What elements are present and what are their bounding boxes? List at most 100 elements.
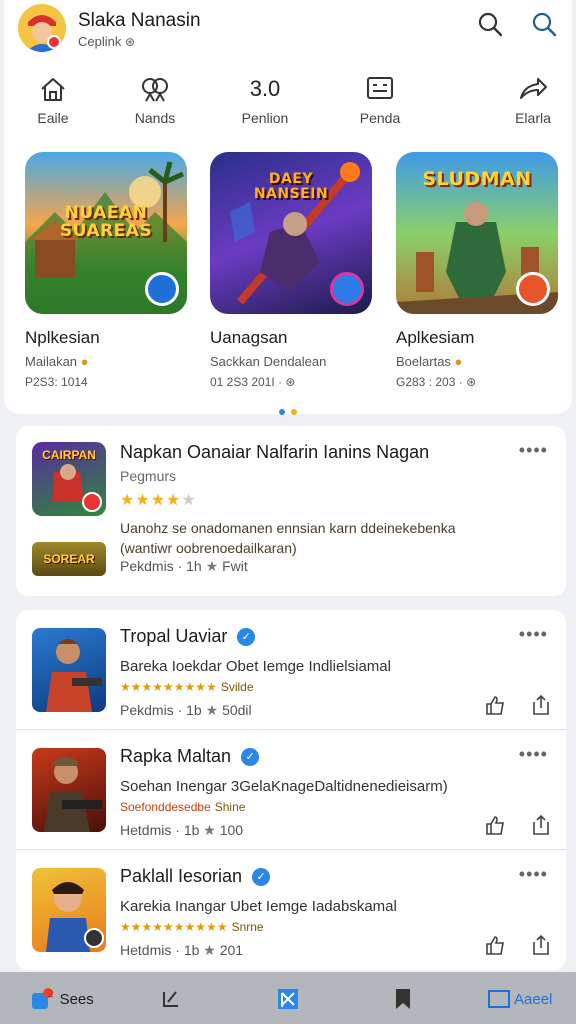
featured-art-text: DAEY NANSEIN: [253, 171, 329, 202]
featured-name: Uanagsan: [210, 328, 288, 347]
footer-text: Hetdmis: [120, 822, 172, 838]
list-rating: ★★★★★★★★★ Svilde: [120, 680, 254, 694]
footer-text: Fwit: [222, 558, 248, 574]
promo-desc-line: Uanohz se onadomanen ennsian karn ddeine…: [120, 520, 456, 536]
rating-star-empty: ★: [181, 492, 197, 509]
promo-description: Uanohz se onadomanen ennsian karn ddeine…: [120, 518, 550, 558]
pin-icon: ★: [205, 702, 219, 718]
list-item[interactable]: Tropal Uaviar ✓ Bareka Ioekdar Obet Iemge…: [16, 610, 566, 730]
footer-text: Pekdmis: [120, 558, 174, 574]
rating-stars: ★★★★★★★★★★: [120, 920, 228, 934]
top-section: Slaka Nanasin Ceplink ⊛ Eaile Nands 3.0 …: [4, 0, 572, 415]
rating-stars: ★★★★★★★★★: [120, 680, 217, 694]
nav-item-home[interactable]: Eaile: [8, 72, 98, 126]
featured-card[interactable]: DAEY NANSEIN Uanagsan Sackkan Dendalean …: [210, 152, 372, 389]
nav-label: Penlion: [241, 110, 289, 126]
list-item[interactable]: Paklall Iesorian ✓ Karekia Inangar Ubet I…: [16, 850, 566, 970]
list-footer: Hetdmis · 1b ★ 100: [120, 822, 244, 838]
share-icon[interactable]: [530, 694, 552, 716]
tab-label: Aaeel: [514, 990, 553, 1008]
list-description: Soehan Inengar 3GelaKnageDaltidnenedieis…: [120, 778, 448, 795]
like-icon[interactable]: [484, 814, 506, 836]
list-rating: Soefonddesedbe Shine: [120, 800, 245, 814]
list-rating: ★★★★★★★★★★ Snrne: [120, 920, 264, 934]
list-footer: Pekdmis · 1b ★ 50dil: [120, 702, 252, 718]
promo-footer: Pekdmis · 1h ★ Fwit: [120, 558, 248, 574]
like-icon[interactable]: [484, 694, 506, 716]
verified-icon: ✓: [252, 868, 271, 886]
featured-art: NUAEAN SUAREAS: [25, 152, 187, 314]
tab-aaeel[interactable]: Aaeel: [488, 986, 552, 1012]
list-item[interactable]: Rapka Maltan ✓ Soehan Inengar 3GelaKnageD…: [16, 730, 566, 850]
tab-bookmark[interactable]: [392, 986, 414, 1012]
like-icon[interactable]: [484, 934, 506, 956]
footer-text: Pekdmis: [120, 702, 174, 718]
nav-item-elarla[interactable]: Elarla: [488, 72, 576, 126]
carousel-dot[interactable]: [291, 409, 297, 415]
featured-sub: Mailakan ●: [25, 354, 187, 369]
promo-title: Napkan Oanaiar Nalfarin Ianins Nagan: [120, 442, 430, 462]
list-title-text: Rapka Maltan: [120, 746, 232, 766]
nav-row: Eaile Nands 3.0 Penlion Penda Elarla: [18, 72, 558, 132]
window-icon: [488, 990, 510, 1008]
nav-item-penlion[interactable]: 3.0 Penlion: [220, 72, 310, 126]
tab-edit[interactable]: [160, 986, 182, 1012]
featured-card[interactable]: NUAEAN SUAREAS Nplkesian Mailakan ● P2S3…: [25, 152, 187, 389]
list-description: Karekia Inangar Ubet Iemge Iadabskamal: [120, 898, 397, 915]
list-thumbnail: [32, 748, 106, 832]
bookmark-icon: [396, 989, 410, 1009]
tab-sees[interactable]: 2 Sees: [30, 986, 94, 1012]
pin-icon: ★: [203, 942, 216, 958]
nav-item-nands[interactable]: Nands: [110, 72, 200, 126]
edit-icon: [163, 991, 178, 1007]
tab-flag[interactable]: [276, 986, 300, 1012]
tab-label: Sees: [59, 990, 94, 1008]
list-footer: Hetdmis · 1b ★ 201: [120, 942, 244, 958]
bottom-tab-bar: 2 Sees Aaeel: [0, 972, 576, 1024]
nav-label: Nands: [134, 110, 176, 126]
carousel-dot[interactable]: [279, 409, 285, 415]
avatar[interactable]: [18, 4, 66, 52]
share-icon[interactable]: [530, 814, 552, 836]
share-icon[interactable]: [530, 934, 552, 956]
verified-icon: ✓: [237, 628, 256, 646]
app-subtitle: Ceplink ⊛: [78, 34, 135, 49]
rating-text: Shine: [214, 800, 246, 814]
featured-sub-text: Boelartas: [396, 354, 451, 369]
share-icon: [520, 78, 547, 99]
rating-stars: ★★★★: [120, 492, 182, 509]
more-icon[interactable]: ••••: [519, 624, 548, 645]
more-icon[interactable]: ••••: [519, 744, 548, 765]
footer-text: 100: [219, 822, 244, 838]
home-icon: [41, 78, 65, 101]
app-header: Slaka Nanasin Ceplink ⊛: [18, 4, 558, 54]
footer-text: 50dil: [222, 702, 252, 718]
featured-card[interactable]: SLUDMAN Aplkesiam Boelartas ● G283 : 203…: [396, 152, 558, 389]
promo-desc-line: (wantiwr oobrenoedailkaran): [120, 540, 297, 556]
search-icon[interactable]: [476, 10, 504, 38]
promo-subtitle: Pegmurs: [120, 468, 177, 484]
featured-art-text: SLUDMAN: [422, 168, 532, 190]
more-icon[interactable]: ••••: [519, 440, 548, 461]
nav-label: Eaile: [37, 110, 69, 126]
promo-card[interactable]: CAIRPAN Napkan Oanaiar Nalfarin Ianins N…: [16, 426, 566, 596]
more-icon[interactable]: ••••: [519, 864, 548, 885]
nav-item-penda[interactable]: Penda: [335, 72, 425, 126]
search-icon[interactable]: [530, 10, 558, 38]
promo-thumb2-text: SOREAR: [43, 552, 95, 566]
rating-text: Svilde: [220, 680, 254, 694]
featured-art: DAEY NANSEIN: [210, 152, 372, 314]
coin-icon: ●: [454, 354, 463, 369]
featured-badge: [516, 272, 550, 306]
list-title-text: Tropal Uaviar: [120, 626, 228, 646]
featured-meta-text: 01 2S3 201I: [210, 375, 275, 389]
coin-icon: ●: [80, 354, 89, 369]
promo-rating: ★★★★★: [120, 490, 197, 510]
info-icon: ⊛: [124, 35, 136, 49]
featured-badge: [145, 272, 179, 306]
carousel-dots[interactable]: [276, 402, 300, 420]
featured-meta: P2S3: 1014: [25, 375, 88, 389]
nav-label: Penda: [359, 110, 401, 126]
rating-stars: Soefonddesedbe: [120, 800, 211, 814]
nav-label: Elarla: [515, 110, 551, 126]
